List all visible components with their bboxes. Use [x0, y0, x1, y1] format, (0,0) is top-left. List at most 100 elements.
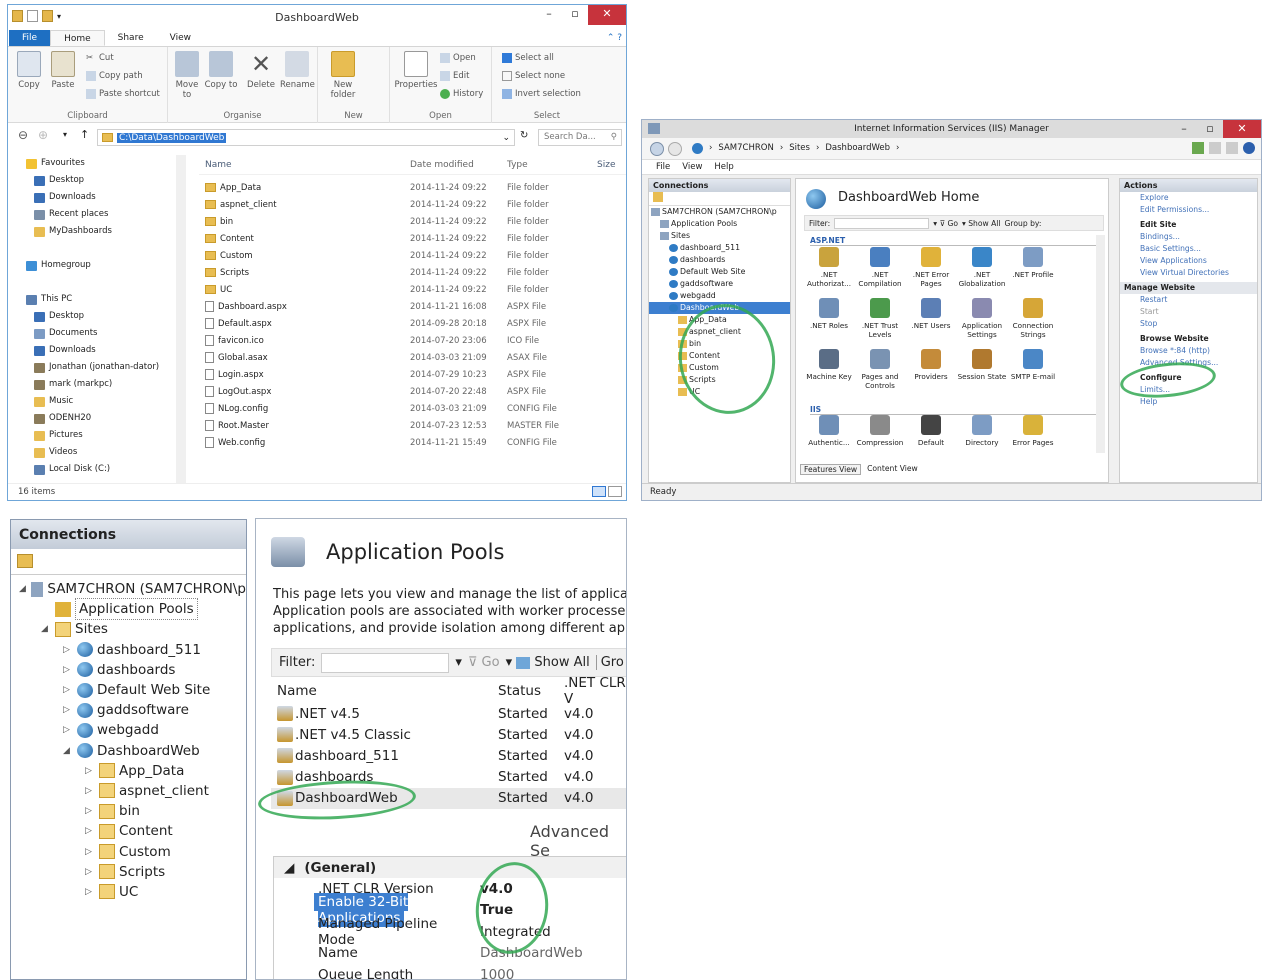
file-row[interactable]: Dashboard.aspx 2014-11-21 16:08 ASPX File [199, 298, 626, 315]
group-by-button[interactable]: Gro [595, 655, 624, 670]
nav-item[interactable]: This PC [8, 291, 186, 308]
maximize-button[interactable]: ▫ [562, 5, 588, 25]
go-button[interactable]: ▾ ⊽ Go [933, 219, 958, 228]
expand-icon[interactable]: ▷ [63, 640, 73, 660]
tree-node[interactable]: ▷ dashboards [11, 660, 246, 680]
column-name[interactable]: Name [199, 160, 410, 170]
nav-item[interactable]: Jonathan (jonathan-dator) [8, 359, 186, 376]
close-button[interactable]: ✕ [1223, 120, 1261, 138]
section-aspnet[interactable]: ASP.NET [810, 236, 1096, 246]
nav-item[interactable]: mark (markpc) [8, 376, 186, 393]
file-row[interactable]: favicon.ico 2014-07-20 23:06 ICO File [199, 332, 626, 349]
cut-button[interactable]: ✂ Cut [86, 53, 114, 63]
action-link[interactable]: Browse *:84 (http) [1120, 345, 1257, 357]
expand-icon[interactable]: ◢ [19, 579, 27, 599]
file-row[interactable]: Root.Master 2014-07-23 12:53 MASTER File [199, 417, 626, 434]
nav-item[interactable]: Local Disk (C:) [8, 461, 186, 478]
group-by-label[interactable]: Group by: [1005, 219, 1042, 228]
property-row[interactable]: Name DashboardWeb [274, 942, 626, 964]
property-row[interactable]: Managed Pipeline Mode Integrated [274, 916, 626, 948]
file-row[interactable]: Content 2014-11-24 09:22 File folder [199, 230, 626, 247]
minimize-button[interactable]: – [536, 5, 562, 25]
up-arrow-icon[interactable]: ↑ [80, 128, 89, 141]
tree-node[interactable]: ▷ UC [11, 882, 246, 902]
tab-view[interactable]: View [157, 30, 204, 46]
breadcrumb-sites[interactable]: Sites [789, 143, 810, 154]
copy-path-button[interactable]: Copy path [86, 71, 143, 81]
action-link[interactable]: Edit Permissions... [1120, 204, 1257, 216]
tree-node[interactable]: gaddsoftware [649, 278, 790, 290]
address-input[interactable]: C:\Data\DashboardWeb ⌄ [97, 129, 515, 146]
tree-node[interactable]: ▷ Default Web Site [11, 680, 246, 700]
expand-icon[interactable]: ▷ [85, 801, 95, 821]
tree-node[interactable]: ▷ Content [11, 821, 246, 841]
search-input[interactable]: Search Da... ⚲ [538, 129, 622, 146]
file-row[interactable]: bin 2014-11-24 09:22 File folder [199, 213, 626, 230]
feature-item[interactable]: Application Settings [957, 298, 1007, 339]
tab-file[interactable]: File [9, 30, 51, 46]
close-button[interactable]: ✕ [588, 5, 626, 25]
nav-item[interactable]: Videos [8, 444, 186, 461]
tree-node[interactable]: webgadd [649, 290, 790, 302]
paste-button[interactable]: Paste [46, 51, 80, 90]
table-row[interactable]: dashboard_511 Started v4.0 [271, 745, 626, 766]
tab-home[interactable]: Home [50, 30, 105, 46]
minimize-button[interactable]: – [1171, 120, 1197, 138]
file-row[interactable]: UC 2014-11-24 09:22 File folder [199, 281, 626, 298]
nav-item[interactable]: Downloads [8, 342, 186, 359]
expand-icon[interactable]: ▷ [85, 882, 95, 902]
forward-arrow-icon[interactable] [668, 142, 682, 156]
invert-selection-button[interactable]: Invert selection [502, 89, 581, 99]
expand-icon[interactable]: ▷ [85, 862, 95, 882]
expand-icon[interactable]: ◢ [63, 741, 73, 761]
rename-button[interactable]: Rename [280, 51, 315, 90]
tree-node[interactable]: ◢ SAM7CHRON (SAM7CHRON\p [11, 579, 246, 599]
nav-item[interactable]: Pictures [8, 427, 186, 444]
file-row[interactable]: Global.asax 2014-03-03 21:09 ASAX File [199, 349, 626, 366]
move-to-button[interactable]: Move to [170, 51, 204, 100]
show-all-button[interactable]: ▾ Show All [506, 655, 590, 670]
tree-node[interactable]: ▷ Scripts [11, 862, 246, 882]
tree-node[interactable]: ◢ DashboardWeb [11, 741, 246, 761]
refresh-icon[interactable] [1226, 142, 1238, 154]
menu-file[interactable]: File [656, 162, 670, 172]
table-row[interactable]: .NET v4.5 Classic Started v4.0 [271, 724, 626, 745]
feature-item[interactable]: .NET Roles [804, 298, 854, 330]
feature-item[interactable]: Providers [906, 349, 956, 381]
feature-item[interactable]: .NET Error Pages [906, 247, 956, 288]
expand-icon[interactable]: ▷ [63, 680, 73, 700]
tree-node[interactable]: dashboards [649, 254, 790, 266]
feature-item[interactable]: .NET Trust Levels [855, 298, 905, 339]
nav-item[interactable]: Downloads [8, 189, 186, 206]
action-link[interactable]: Restart [1120, 294, 1257, 306]
tree-node[interactable]: ▷ Custom [11, 841, 246, 861]
menu-view[interactable]: View [682, 162, 702, 172]
file-row[interactable]: App_Data 2014-11-24 09:22 File folder [199, 179, 626, 196]
copy-to-button[interactable]: Copy to [204, 51, 238, 90]
help-icon[interactable] [1243, 142, 1255, 154]
menu-help[interactable]: Help [714, 162, 733, 172]
tree-node[interactable]: ◢ Sites [11, 619, 246, 639]
expand-icon[interactable]: ▷ [63, 720, 73, 740]
action-link[interactable]: Stop [1120, 318, 1257, 330]
select-all-button[interactable]: Select all [502, 53, 554, 63]
nav-item[interactable]: ODENH20 [8, 410, 186, 427]
expand-icon[interactable]: ▷ [85, 821, 95, 841]
feature-item[interactable]: .NET Compilation [855, 247, 905, 288]
feature-item[interactable]: .NET Globalization [957, 247, 1007, 288]
column-size[interactable]: Size [597, 160, 615, 170]
tree-node[interactable]: DashboardWeb [649, 302, 790, 314]
edit-button[interactable]: Edit [440, 71, 469, 81]
action-link[interactable]: Advanced Settings... [1120, 357, 1257, 369]
feature-item[interactable]: Compression [855, 415, 905, 447]
feature-item[interactable]: Default [906, 415, 956, 447]
column-type[interactable]: Type [507, 160, 597, 170]
tree-node[interactable]: Custom [649, 362, 790, 374]
file-row[interactable]: Login.aspx 2014-07-29 10:23 ASPX File [199, 366, 626, 383]
tree-node[interactable]: SAM7CHRON (SAM7CHRON\p [649, 206, 790, 218]
tree-node[interactable]: ▷ gaddsoftware [11, 700, 246, 720]
nav-item[interactable]: Desktop [8, 308, 186, 325]
tree-node[interactable]: Application Pools [649, 218, 790, 230]
nav-scrollbar[interactable] [176, 155, 186, 483]
action-link[interactable]: Explore [1120, 192, 1257, 204]
